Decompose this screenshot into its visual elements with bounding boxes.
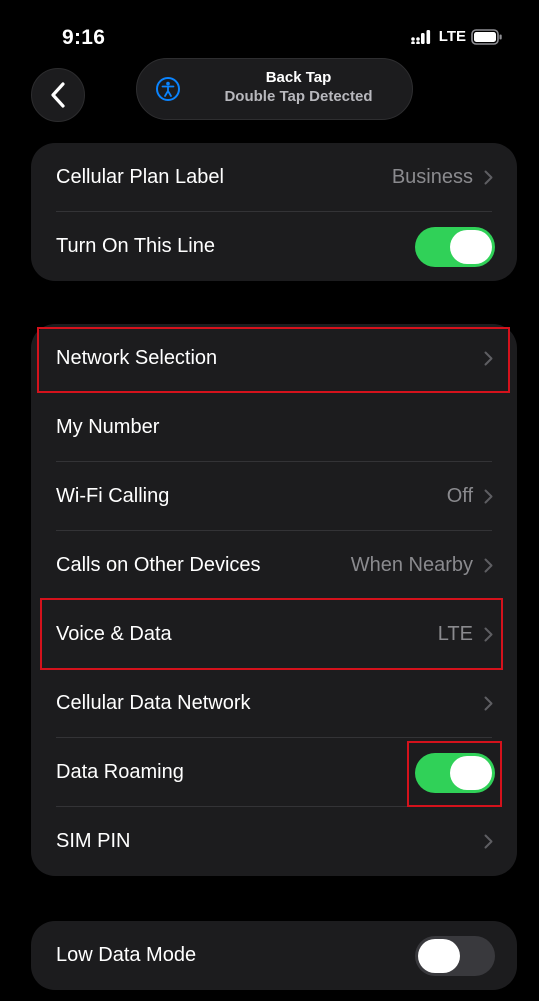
row-label: Wi-Fi Calling [56,485,170,507]
signal-icon [410,29,430,44]
chevron-right-icon [484,558,493,573]
toggle-knob [450,229,492,264]
row-label: Low Data Mode [56,944,197,966]
toggle-knob [450,755,492,790]
data-roaming-toggle[interactable] [415,752,495,793]
row-accessory [415,212,495,281]
wifi-calling-row[interactable]: Wi-Fi Calling Off [31,462,517,531]
chevron-right-icon [484,489,493,504]
low-data-mode-row: Low Data Mode [31,921,517,990]
row-label: Turn On This Line [56,235,215,257]
voice-data-row[interactable]: Voice & Data LTE [31,600,517,669]
settings-group-network: Network Selection My Number Wi-Fi Callin… [31,324,517,876]
chevron-right-icon [484,627,493,642]
row-accessory [415,738,495,807]
sim-pin-row[interactable]: SIM PIN [31,807,517,876]
data-roaming-row: Data Roaming [31,738,517,807]
cellular-data-network-row[interactable]: Cellular Data Network [31,669,517,738]
status-time: 9:16 [62,26,106,49]
row-accessory [484,324,493,393]
settings-group-data-mode: Low Data Mode [31,921,517,990]
my-number-row[interactable]: My Number [31,393,517,462]
chevron-right-icon [484,834,493,849]
calls-other-devices-row[interactable]: Calls on Other Devices When Nearby [31,531,517,600]
row-value: LTE [437,623,473,645]
row-value: When Nearby [350,554,473,576]
chevron-right-icon [484,696,493,711]
network-selection-row[interactable]: Network Selection [31,324,517,393]
row-accessory [484,669,493,738]
network-type: LTE [438,28,466,45]
banner-text: Back Tap Double Tap Detected [195,68,402,107]
row-label: Voice & Data [56,623,172,645]
accessibility-icon [156,77,180,101]
row-value: Off [446,485,473,507]
banner-title: Back Tap [265,69,332,86]
chevron-right-icon [484,351,493,366]
row-label: SIM PIN [56,830,131,852]
turn-on-line-row: Turn On This Line [31,212,517,281]
back-button[interactable] [31,68,85,122]
row-label: Cellular Plan Label [56,166,224,188]
row-value: Business [391,166,473,188]
row-label: Calls on Other Devices [56,554,261,576]
row-accessory: Off [447,462,493,531]
battery-icon [471,28,502,45]
row-accessory [484,807,493,876]
low-data-mode-toggle[interactable] [415,935,495,976]
row-label: Data Roaming [56,761,184,783]
row-label: Network Selection [56,347,218,369]
chevron-right-icon [484,170,493,185]
row-accessory: When Nearby [351,531,493,600]
cellular-plan-label-row[interactable]: Cellular Plan Label Business [31,143,517,212]
toggle-knob [418,938,460,973]
chevron-left-icon [51,82,65,108]
turn-on-line-toggle[interactable] [415,226,495,267]
row-accessory [415,921,495,990]
settings-group-line: Cellular Plan Label Business Turn On Thi… [31,143,517,281]
row-accessory: Business [392,143,493,212]
back-tap-banner: Back Tap Double Tap Detected [136,58,413,120]
row-accessory: LTE [438,600,493,669]
row-label: My Number [56,416,160,438]
banner-subtitle: Double Tap Detected [224,88,373,105]
row-label: Cellular Data Network [56,692,251,714]
status-right: LTE [410,28,503,45]
